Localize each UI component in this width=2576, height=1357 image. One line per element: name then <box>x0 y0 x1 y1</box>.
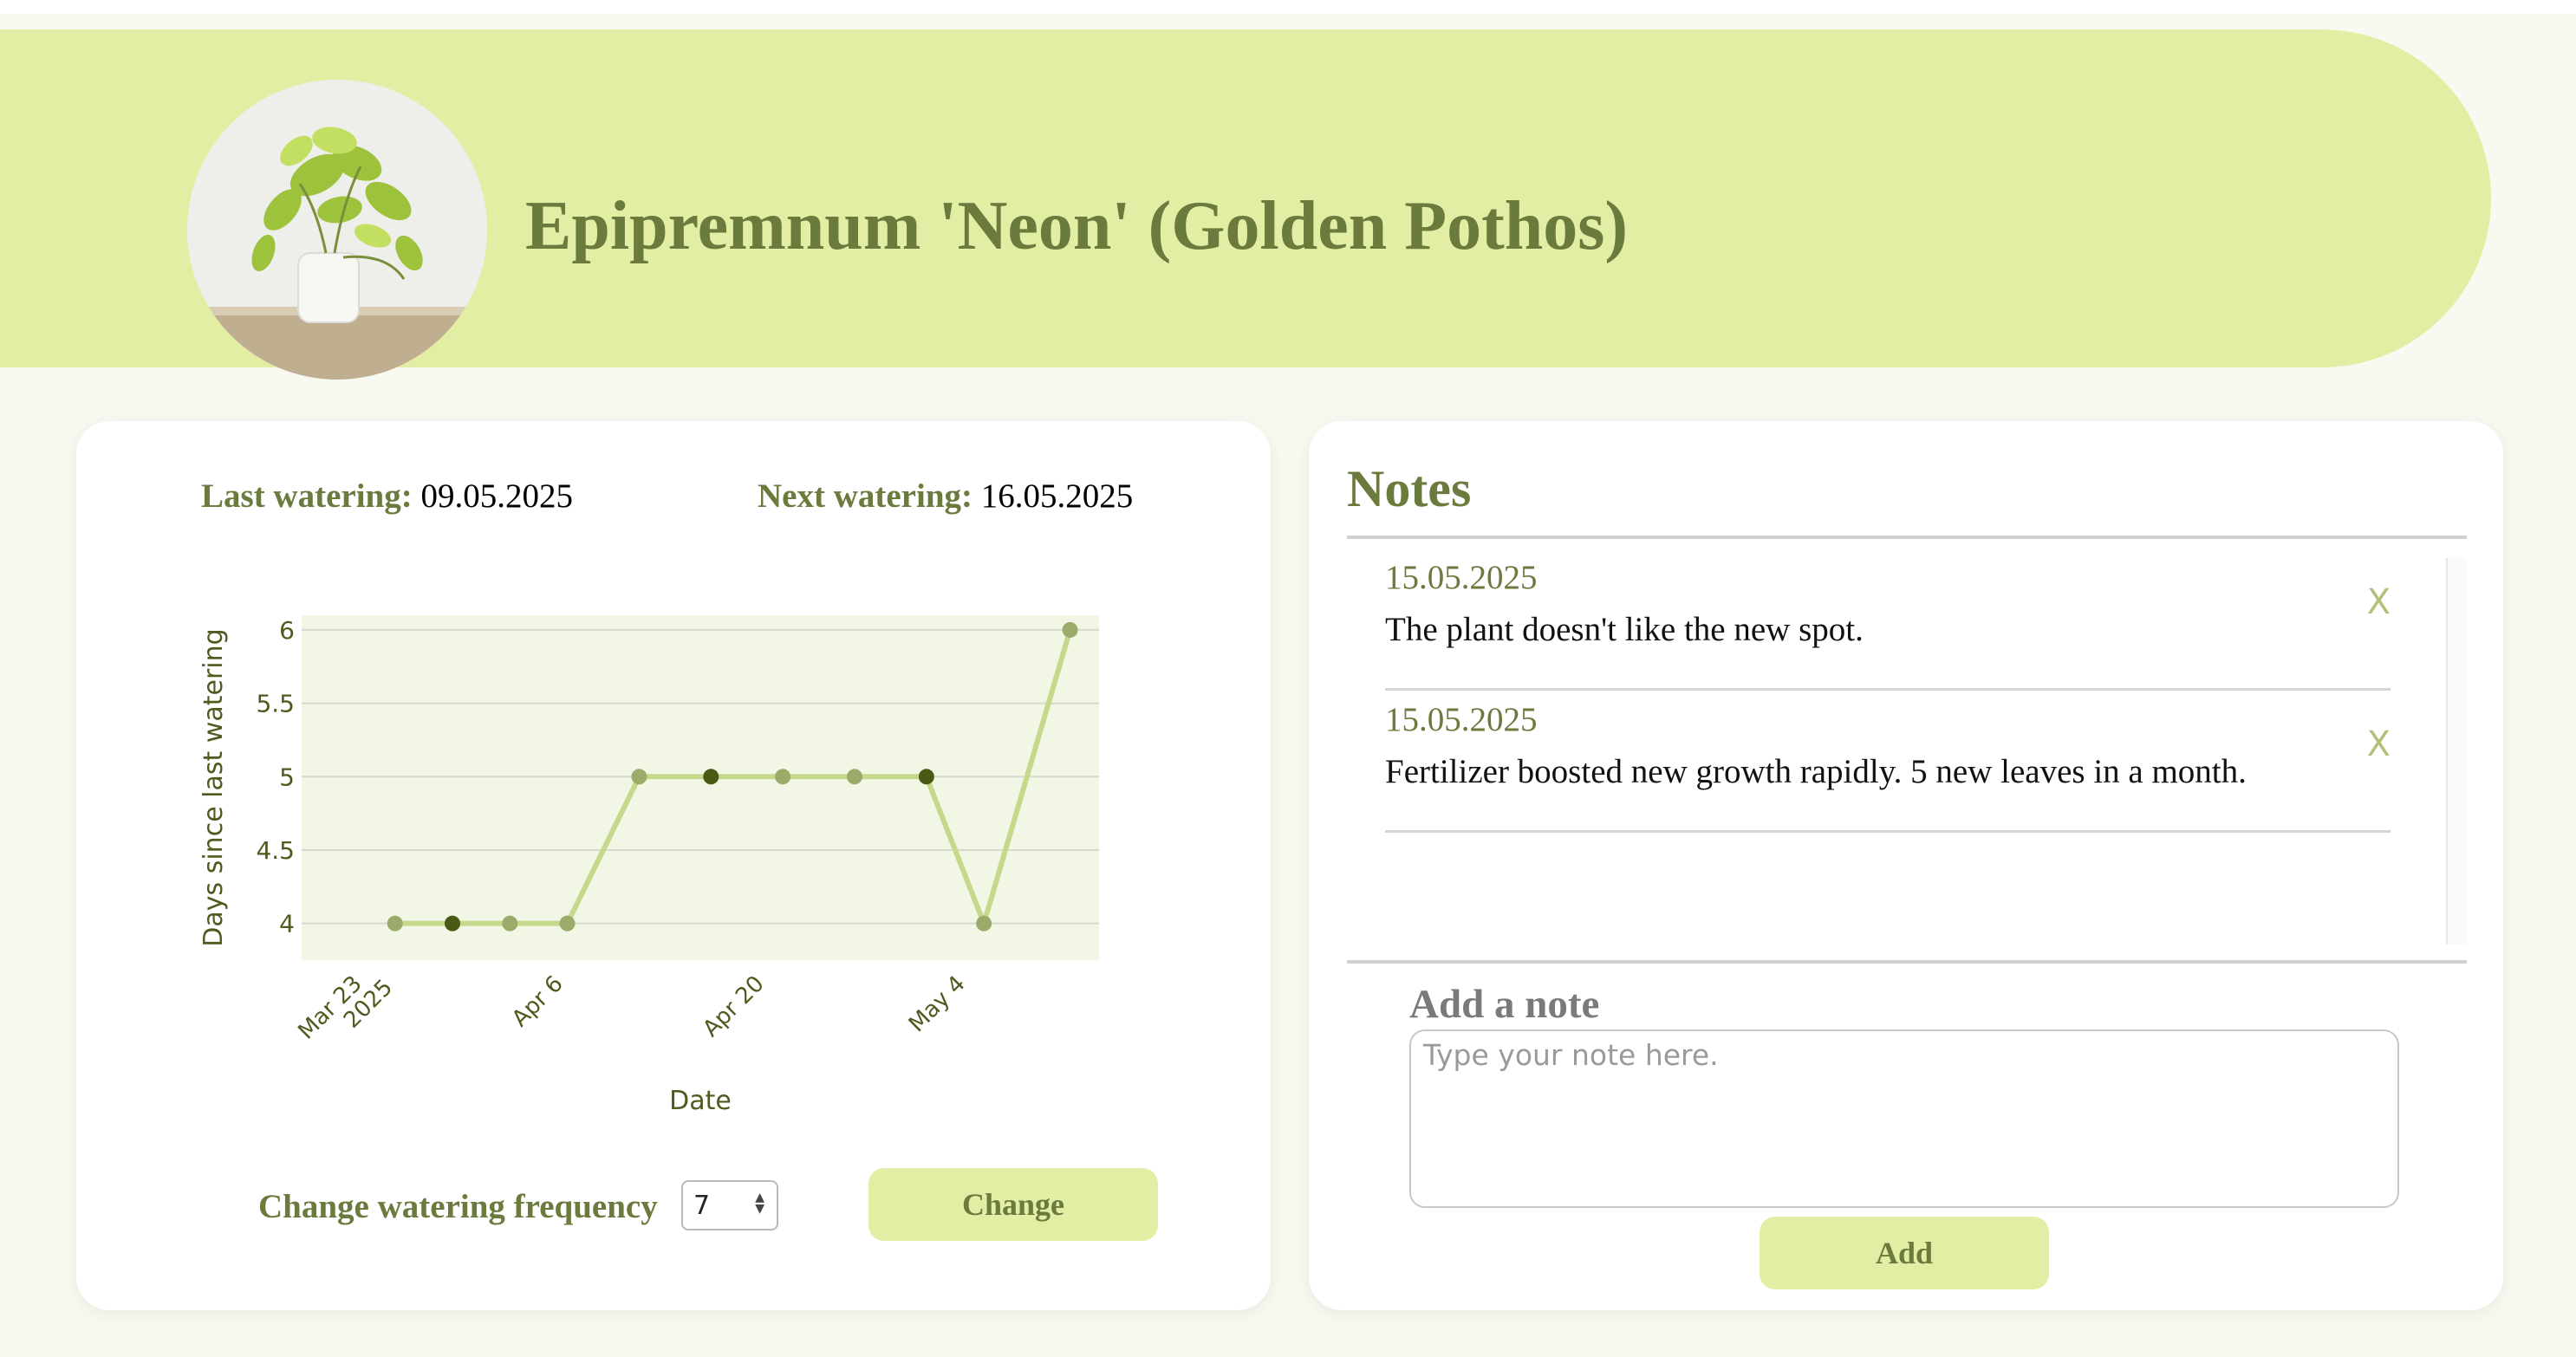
delete-note-button[interactable]: X <box>2367 582 2391 622</box>
x-axis-title: Date <box>669 1086 732 1116</box>
note-text: The plant doesn't like the new spot. <box>1385 611 1864 648</box>
svg-text:May 4: May 4 <box>904 971 971 1037</box>
data-point <box>918 769 934 785</box>
y-tick-label: 5 <box>279 763 295 791</box>
data-point <box>387 915 403 932</box>
notes-divider-bottom <box>1347 960 2467 964</box>
watering-card: Last watering: 09.05.2025 Next watering:… <box>76 421 1271 1310</box>
data-point <box>502 915 518 932</box>
y-axis-title: Days since last watering <box>198 628 229 946</box>
note-item: 15.05.2025 Fertilizer boosted new growth… <box>1385 700 2391 833</box>
stepper-icon[interactable]: ▲ ▼ <box>755 1191 764 1215</box>
notes-card: Notes 15.05.2025 The plant doesn't like … <box>1309 421 2503 1310</box>
delete-note-button[interactable]: X <box>2367 724 2391 764</box>
watering-chart: 4 4.5 5 5.5 6 Mar 232025 Apr 6 Apr 20 May 4 Date D… <box>198 615 1099 1116</box>
data-point <box>559 915 576 932</box>
x-tick-label: Apr 6 <box>507 971 569 1032</box>
data-point <box>631 769 647 785</box>
plant-header: Epipremnum 'Neon' (Golden Pothos) <box>0 29 2491 380</box>
data-point <box>976 915 992 932</box>
note-text: Fertilizer boosted new growth rapidly. 5… <box>1385 753 2247 790</box>
frequency-value: 7 <box>693 1191 711 1221</box>
note-date: 15.05.2025 <box>1385 559 1538 596</box>
note-input[interactable] <box>1409 1029 2399 1208</box>
y-tick-label: 6 <box>279 616 295 645</box>
frequency-input[interactable]: 7 ▲ ▼ <box>681 1180 778 1230</box>
x-tick-label: Mar 232025 <box>294 971 398 1044</box>
plant-avatar <box>187 80 487 380</box>
frequency-label: Change watering frequency <box>258 1188 658 1225</box>
y-tick-label: 5.5 <box>256 690 295 718</box>
data-point <box>775 769 791 785</box>
svg-text:Apr 6: Apr 6 <box>507 971 569 1032</box>
x-tick-label: May 4 <box>904 971 971 1037</box>
data-point <box>847 769 862 785</box>
data-point <box>703 769 719 785</box>
note-date: 15.05.2025 <box>1385 701 1538 738</box>
notes-divider-top <box>1347 536 2467 539</box>
plant-title: Epipremnum 'Neon' (Golden Pothos) <box>525 188 1628 264</box>
top-strip <box>0 0 2576 14</box>
notes-scrollbar[interactable] <box>2446 558 2467 945</box>
y-tick-label: 4.5 <box>256 836 295 865</box>
y-tick-label: 4 <box>279 910 295 938</box>
x-tick-label: Apr 20 <box>698 971 769 1042</box>
add-note-button[interactable]: Add <box>1760 1217 2049 1289</box>
notes-title: Notes <box>1347 460 1472 517</box>
notes-list[interactable]: 15.05.2025 The plant doesn't like the ne… <box>1347 558 2467 945</box>
add-note-label: Add a note <box>1409 982 1600 1027</box>
data-point <box>1062 621 1078 638</box>
change-frequency-button[interactable]: Change <box>868 1168 1158 1241</box>
svg-text:Apr 20: Apr 20 <box>698 971 769 1042</box>
note-item: 15.05.2025 The plant doesn't like the ne… <box>1385 558 2391 691</box>
data-point <box>445 915 460 932</box>
